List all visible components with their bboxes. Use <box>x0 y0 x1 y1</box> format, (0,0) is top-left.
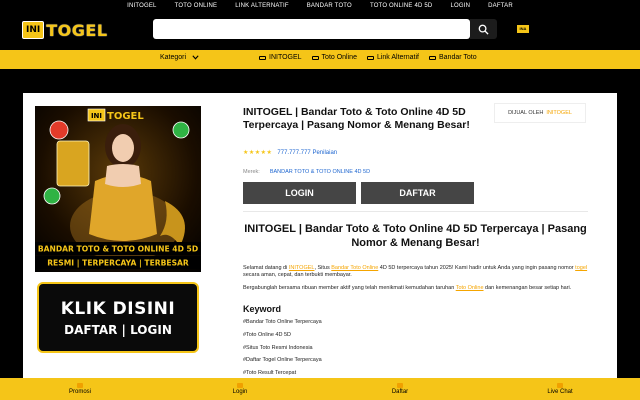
text: Bergabunglah bersama ribuan member aktif… <box>243 285 456 291</box>
rating-count[interactable]: 777.777.777 Penilaian <box>277 150 337 156</box>
shoulders <box>105 164 141 187</box>
product-illustration: INI TOGEL BANDAR TOTO & TOTO ONLINE 4D 5… <box>35 108 201 269</box>
search-button[interactable] <box>470 19 497 39</box>
ace-card <box>56 140 90 187</box>
text: dan kemenangan besar setiap hari. <box>483 285 572 291</box>
brand-value[interactable]: BANDAR TOTO & TOTO ONLINE 4D 5D <box>270 169 370 175</box>
klik-disini-banner[interactable]: KLIK DISINI DAFTAR | LOGIN <box>37 282 199 353</box>
text: , Situs <box>314 265 332 271</box>
banner-line-1: KLIK DISINI <box>60 298 176 319</box>
catlink-label: Bandar Toto <box>439 54 477 61</box>
topnav-item-bandar-toto[interactable]: BANDAR TOTO <box>307 3 352 9</box>
divider <box>243 211 588 212</box>
keyword-item: #Bandar Toto Online Terpercaya <box>243 319 322 325</box>
topnav-item-login[interactable]: LOGIN <box>450 3 470 9</box>
link-icon <box>259 55 266 60</box>
img-logo-word: TOGEL <box>107 111 144 122</box>
keyword-item: #Toto Online 4D 5D <box>243 332 291 338</box>
img-logo-badge: INI <box>91 112 102 120</box>
link-togel[interactable]: togel <box>575 265 587 271</box>
text: 4D 5D terpercaya tahun 2025! Kami hadir … <box>378 265 576 271</box>
article-heading: INITOGEL | Bandar Toto & Toto Online 4D … <box>244 223 587 249</box>
article-paragraph-1: Selamat datang di INITOGEL, Situs Bandar… <box>243 265 588 279</box>
kategori-dropdown[interactable]: Kategori <box>160 54 199 61</box>
site-logo[interactable]: INI TOGEL <box>22 19 114 41</box>
kategori-label: Kategori <box>160 54 187 61</box>
seller-name[interactable]: INITOGEL <box>546 110 572 116</box>
lottery-ball-green <box>172 121 190 139</box>
logo-badge: INI <box>22 21 45 39</box>
topnav-item-link-alternatif[interactable]: LINK ALTERNATIF <box>235 3 288 9</box>
brand-row: Merek: BANDAR TOTO & TOTO ONLINE 4D 5D <box>243 169 370 175</box>
gift-icon <box>77 383 83 388</box>
topnav-item-initogel[interactable]: INITOGEL <box>127 3 157 9</box>
catlink-label: Link Alternatif <box>376 54 419 61</box>
login-icon <box>237 383 243 388</box>
bottom-nav-label: Login <box>232 389 248 395</box>
catlink-toto-online[interactable]: Toto Online <box>311 54 357 61</box>
chevron-down-icon <box>192 55 199 60</box>
language-flag[interactable]: INA <box>517 25 529 33</box>
keyword-item: #Situs Toto Resmi Indonesia <box>243 345 313 351</box>
img-ribbon-2: RESMI | TERPERCAYA | TERBESAR <box>47 259 189 269</box>
logo-word: TOGEL <box>46 20 108 40</box>
bottom-nav-label: Promosi <box>68 389 91 395</box>
lottery-ball-green <box>43 187 61 205</box>
header: INI TOGEL INA <box>0 12 640 50</box>
seller-label: DIJUAL OLEH <box>508 110 544 116</box>
category-links: INITOGEL Toto Online Link Alternatif Ban… <box>259 54 477 61</box>
bottom-nav-promosi[interactable]: Promosi <box>0 378 160 400</box>
category-bar: Kategori INITOGEL Toto Online Link Alter… <box>0 50 640 69</box>
img-ribbon-1: BANDAR TOTO & TOTO ONLINE 4D 5D <box>38 245 198 254</box>
topnav-item-daftar[interactable]: DAFTAR <box>488 3 513 9</box>
search-input[interactable] <box>153 19 470 39</box>
search-icon <box>478 24 489 35</box>
keyword-item: #Toto Result Tercepat <box>243 370 297 376</box>
topnav-item-toto-online[interactable]: TOTO ONLINE <box>175 3 218 9</box>
daftar-button[interactable]: DAFTAR <box>361 182 474 204</box>
product-panel: INI TOGEL BANDAR TOTO & TOTO ONLINE 4D 5… <box>23 93 617 378</box>
catlink-label: Toto Online <box>321 54 357 61</box>
link-bandar-toto-online[interactable]: Bandar Toto Online <box>331 265 378 271</box>
keyword-heading: Keyword <box>243 304 282 314</box>
topnav-item-toto-online-4d5d[interactable]: TOTO ONLINE 4D 5D <box>370 3 433 9</box>
star-rating-icon: ★★★★★ <box>243 150 273 156</box>
rating-row: ★★★★★ 777.777.777 Penilaian <box>243 149 337 157</box>
chat-icon <box>557 383 563 388</box>
bottom-nav-daftar[interactable]: Daftar <box>320 378 480 400</box>
catlink-link-alternatif[interactable]: Link Alternatif <box>366 54 419 61</box>
bottom-nav-label: Live Chat <box>547 389 573 395</box>
text: Selamat datang di <box>243 265 289 271</box>
article-paragraph-2: Bergabunglah bersama ribuan member aktif… <box>243 285 588 292</box>
link-initogel[interactable]: INITOGEL <box>289 265 315 271</box>
catlink-initogel[interactable]: INITOGEL <box>259 54 302 61</box>
face <box>112 134 134 162</box>
link-toto-online[interactable]: Toto Online <box>456 285 484 291</box>
lottery-ball-red <box>49 120 69 140</box>
register-icon <box>397 383 403 388</box>
link-icon <box>311 55 319 60</box>
catlink-label: INITOGEL <box>269 54 302 61</box>
link-icon <box>429 55 436 60</box>
banner-line-2: DAFTAR | LOGIN <box>64 322 172 337</box>
product-image[interactable]: INI TOGEL BANDAR TOTO & TOTO ONLINE 4D 5… <box>35 106 201 272</box>
bottom-nav-label: Daftar <box>391 389 409 395</box>
brand-label: Merek: <box>243 169 260 175</box>
login-button[interactable]: LOGIN <box>243 182 356 204</box>
top-nav: INITOGEL TOTO ONLINE LINK ALTERNATIF BAN… <box>0 0 640 12</box>
keyword-item: #Daftar Togel Online Terpercaya <box>243 357 322 363</box>
product-title: INITOGEL | Bandar Toto & Toto Online 4D … <box>243 106 470 131</box>
catlink-bandar-toto[interactable]: Bandar Toto <box>429 54 477 61</box>
link-icon <box>366 55 374 60</box>
bottom-nav: Promosi Login Daftar Live Chat <box>0 378 640 400</box>
text: secara aman, cepat, dan terbukti membaya… <box>243 272 352 278</box>
bottom-nav-live-chat[interactable]: Live Chat <box>480 378 640 400</box>
bottom-nav-login[interactable]: Login <box>160 378 320 400</box>
seller-box: DIJUAL OLEH INITOGEL <box>494 103 586 123</box>
